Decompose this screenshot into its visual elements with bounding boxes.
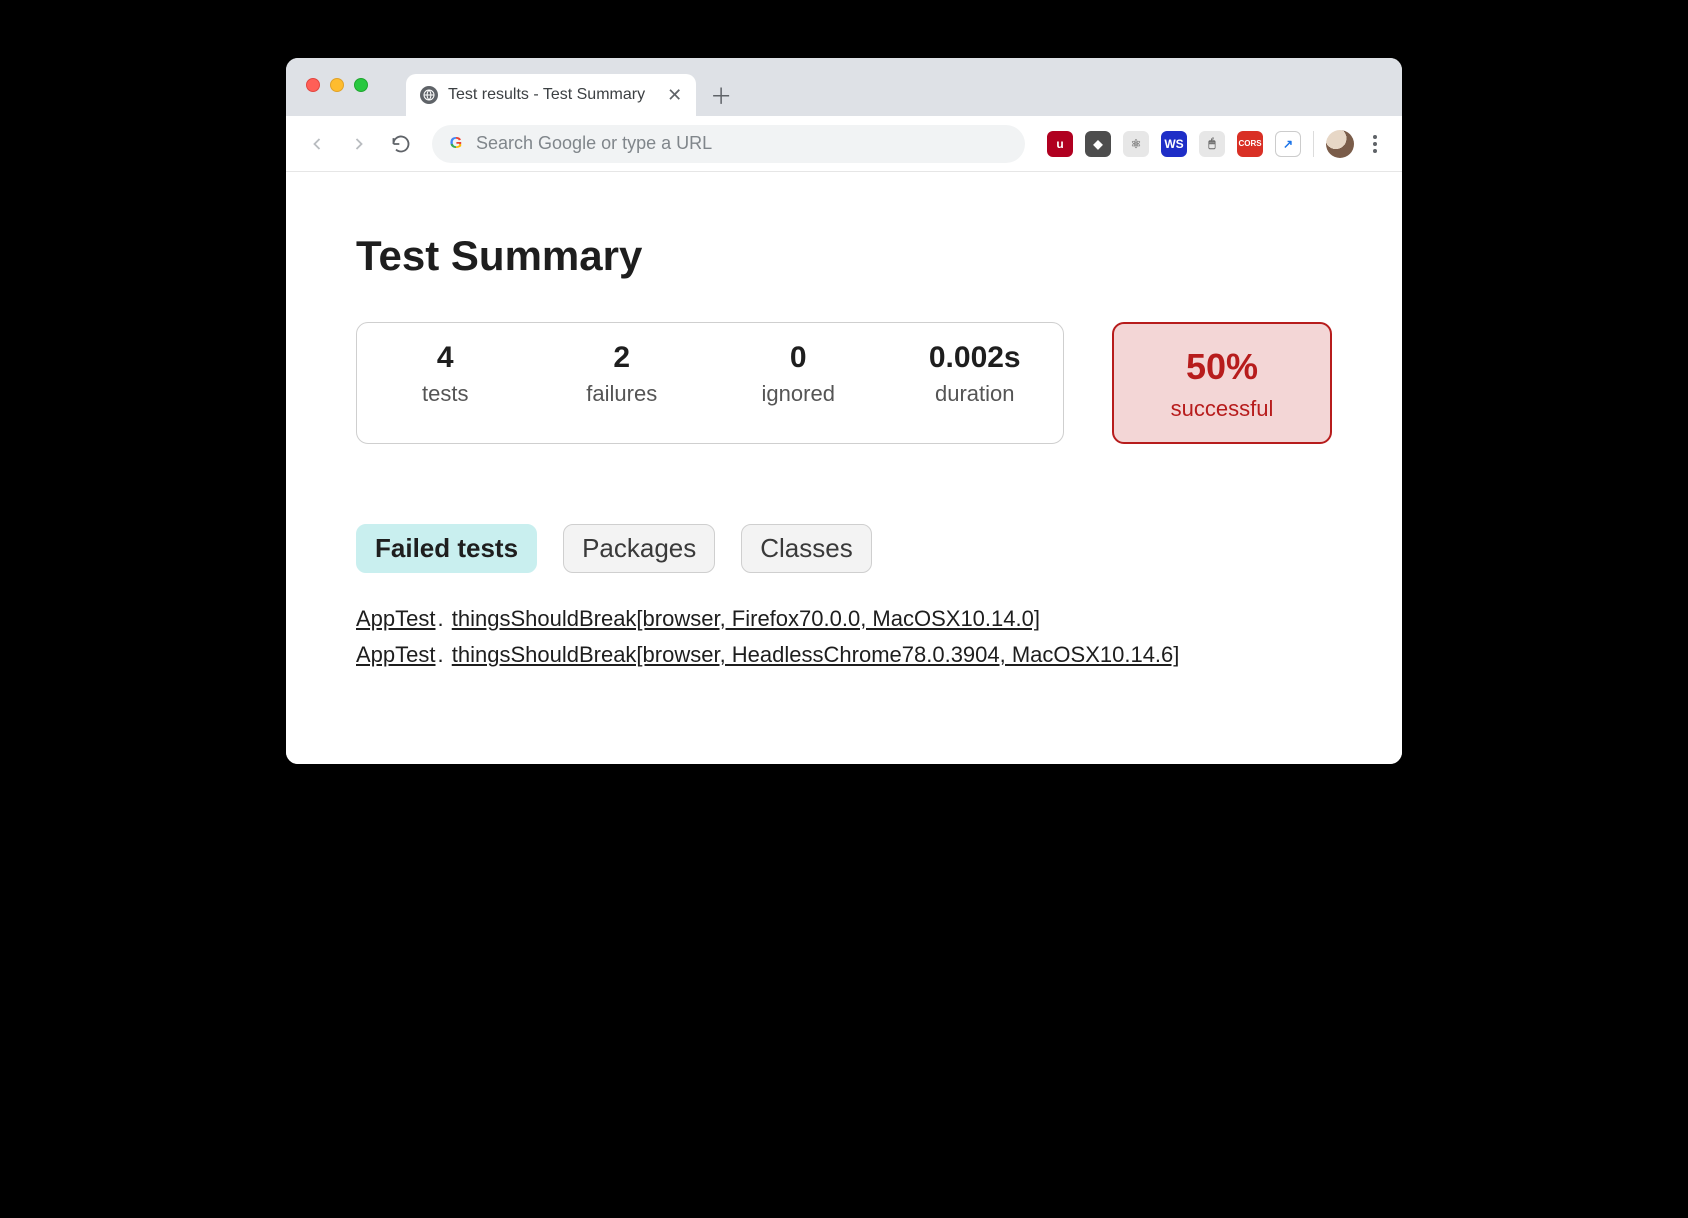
counter-label: duration: [887, 381, 1064, 407]
counter-value: 0: [710, 341, 887, 375]
counter-duration: 0.002s duration: [887, 341, 1064, 423]
toolbar-separator: [1313, 131, 1314, 157]
optimize-icon[interactable]: ↗: [1275, 131, 1301, 157]
counter-failures: 2 failures: [534, 341, 711, 423]
reload-button[interactable]: [384, 127, 418, 161]
webstorm-icon[interactable]: WS: [1161, 131, 1187, 157]
success-box: 50% successful: [1112, 322, 1332, 444]
counters-box: 4 tests2 failures 0 ignored0.002s duration: [356, 322, 1064, 444]
cube-icon[interactable]: ◆: [1085, 131, 1111, 157]
omnibox[interactable]: G Search Google or type a URL: [432, 125, 1025, 163]
google-icon: G: [446, 134, 466, 154]
tab-strip: Test results - Test Summary ✕ ＋: [286, 58, 1402, 116]
back-button[interactable]: [300, 127, 334, 161]
close-window-button[interactable]: [306, 78, 320, 92]
close-tab-button[interactable]: ✕: [667, 85, 682, 106]
content-tabs: Failed tests Packages Classes: [356, 524, 1332, 573]
forward-button[interactable]: [342, 127, 376, 161]
cors-icon[interactable]: CORS: [1237, 131, 1263, 157]
counter-label: tests: [357, 381, 534, 407]
failed-tests-list: AppTest. thingsShouldBreak[browser, Fire…: [356, 601, 1332, 674]
tab-failed-tests[interactable]: Failed tests: [356, 524, 537, 573]
omnibox-placeholder: Search Google or type a URL: [476, 133, 712, 154]
failed-test-row: AppTest. thingsShouldBreak[browser, Fire…: [356, 601, 1332, 637]
react-devtools-icon[interactable]: ⚛: [1123, 131, 1149, 157]
success-label: successful: [1171, 396, 1274, 422]
counter-label: failures: [534, 381, 711, 407]
test-method-link[interactable]: thingsShouldBreak[browser, Firefox70.0.0…: [452, 606, 1040, 631]
browser-window: Test results - Test Summary ✕ ＋ G Search…: [286, 58, 1402, 764]
test-class-link[interactable]: AppTest: [356, 642, 436, 667]
globe-icon: [420, 86, 438, 104]
counter-value: 0.002s: [887, 341, 1064, 375]
page-title: Test Summary: [356, 232, 1332, 280]
counter-label: ignored: [710, 381, 887, 407]
counter-value: 4: [357, 341, 534, 375]
tab-title: Test results - Test Summary: [448, 86, 645, 104]
tab-classes[interactable]: Classes: [741, 524, 871, 573]
minimize-window-button[interactable]: [330, 78, 344, 92]
tab-packages[interactable]: Packages: [563, 524, 715, 573]
browser-menu-button[interactable]: [1362, 135, 1388, 153]
counter-tests: 4 tests: [357, 341, 534, 423]
summary-row: 4 tests2 failures 0 ignored0.002s duration 50…: [356, 322, 1332, 444]
failed-test-row: AppTest. thingsShouldBreak[browser, Head…: [356, 637, 1332, 673]
browser-toolbar: G Search Google or type a URL u ◆ ⚛ WS 🖱 CORS…: [286, 116, 1402, 172]
counter-value: 2: [534, 341, 711, 375]
browser-tab[interactable]: Test results - Test Summary ✕: [406, 74, 696, 116]
maximize-window-button[interactable]: [354, 78, 368, 92]
success-percent: 50%: [1186, 346, 1258, 388]
test-method-link[interactable]: thingsShouldBreak[browser, HeadlessChrom…: [452, 642, 1180, 667]
counter-ignored: 0 ignored: [710, 341, 887, 423]
mouse-icon[interactable]: 🖱: [1199, 131, 1225, 157]
new-tab-button[interactable]: ＋: [704, 78, 738, 112]
page-content: Test Summary 4 tests2 failures 0 ignored0.00…: [286, 172, 1402, 764]
window-controls: [306, 78, 368, 92]
test-class-link[interactable]: AppTest: [356, 606, 436, 631]
ublock-icon[interactable]: u: [1047, 131, 1073, 157]
profile-avatar[interactable]: [1326, 130, 1354, 158]
extensions-row: u ◆ ⚛ WS 🖱 CORS ↗: [1047, 131, 1301, 157]
